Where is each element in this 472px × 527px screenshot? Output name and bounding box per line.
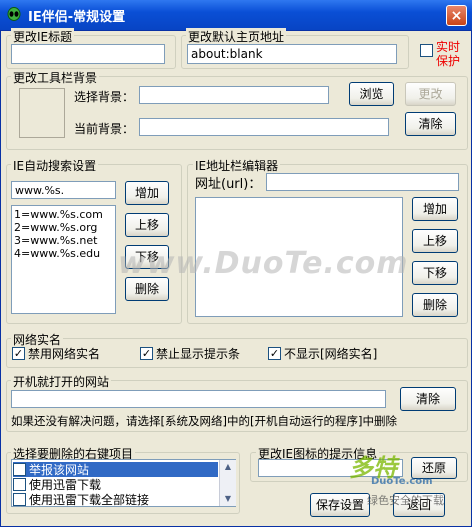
startup-clear-button[interactable]: 清除 [400,387,456,411]
clear-bg-button[interactable]: 清除 [405,112,456,136]
hide-tipbar-option[interactable]: ✓ 禁止显示提示条 [140,346,240,361]
url-list[interactable] [195,197,403,317]
list-item-checkbox[interactable] [13,478,26,491]
current-bg-label: 当前背景： [74,122,135,136]
realtime-protect-label: 实时 保护 [436,40,460,68]
list-item[interactable]: 3=www.%s.net [12,234,115,247]
auto-search-group-label: IE自动搜索设置 [11,157,99,174]
list-item[interactable]: 1=www.%s.com [12,208,115,221]
alien-app-icon [7,7,21,21]
search-add-button[interactable]: 增加 [125,181,169,205]
home-page-input[interactable]: about:blank [187,44,397,64]
ie-title-input[interactable] [11,44,165,64]
hide-realname-option[interactable]: ✓ 不显示[网络实名] [268,346,377,361]
auto-search-input[interactable]: www.%s. [11,181,116,199]
close-button[interactable]: × [446,5,467,26]
realtime-protect-checkbox[interactable] [420,44,433,57]
home-page-group-label: 更改默认主页地址 [186,28,287,45]
current-bg-input[interactable] [139,118,389,136]
select-bg-input[interactable] [139,86,329,104]
window-title: IE伴侣-常规设置 [28,10,126,25]
list-item-checkbox[interactable] [13,463,26,476]
realtime-protect-label-line1: 实时 [436,40,461,54]
list-scrollbar[interactable]: ▲ ▼ [219,460,236,506]
hide-realname-checkbox[interactable]: ✓ [268,347,281,360]
list-item-label: 使用迅雷下载全部链接 [29,493,150,507]
startup-group-label: 开机就打开的网站 [11,373,112,390]
restore-button[interactable]: 还原 [411,457,457,479]
ie-icon-tip-input[interactable] [258,459,403,477]
realtime-protect-label-line2: 保护 [436,54,461,68]
disable-realname-checkbox[interactable]: ✓ [12,347,25,360]
url-up-button[interactable]: 上移 [412,229,458,253]
url-input[interactable] [266,173,459,191]
list-item[interactable]: 4=www.%s.edu [12,247,115,260]
title-bar: IE伴侣-常规设置 × [0,0,472,31]
hide-tipbar-label: 禁止显示提示条 [156,347,241,361]
hide-realname-label: 不显示[网络实名] [284,347,378,361]
disable-realname-label: 禁用网络实名 [28,347,101,361]
search-up-button[interactable]: 上移 [125,213,169,237]
context-menu-list[interactable]: 举报该网站 使用迅雷下载 使用迅雷下载全部链接 ▲ ▼ [11,459,236,507]
search-down-button[interactable]: 下移 [125,245,169,269]
toolbar-bg-preview [19,88,65,138]
url-label: 网址(url)： [195,177,262,192]
ie-title-group-label: 更改IE标题 [11,28,75,45]
hide-tipbar-checkbox[interactable]: ✓ [140,347,153,360]
addr-editor-group-label: IE地址栏编辑器 [193,157,281,174]
disable-realname-option[interactable]: ✓ 禁用网络实名 [12,346,100,361]
list-item[interactable]: 2=www.%s.org [12,221,115,234]
save-settings-button[interactable]: 保存设置 [310,493,370,517]
url-down-button[interactable]: 下移 [412,261,458,285]
url-delete-button[interactable]: 删除 [412,293,458,317]
toolbar-bg-group-label: 更改工具栏背景 [11,69,100,86]
list-item-checkbox[interactable] [13,493,26,506]
list-item[interactable]: 使用迅雷下载 [13,477,101,492]
startup-note: 如果还没有解决问题，请选择[系统及网络]中的[开机自动运行的程序]中删除 [11,414,397,428]
url-add-button[interactable]: 增加 [412,197,458,221]
auto-search-list[interactable]: 1=www.%s.com 2=www.%s.org 3=www.%s.net 4… [11,205,116,314]
scroll-down-arrow-icon[interactable]: ▼ [220,492,236,506]
select-bg-label: 选择背景： [74,90,135,104]
scroll-up-arrow-icon[interactable]: ▲ [220,460,236,474]
list-item[interactable]: 举报该网站 [13,462,218,477]
browse-button[interactable]: 浏览 [349,82,394,106]
change-bg-button[interactable]: 更改 [405,82,456,106]
search-delete-button[interactable]: 删除 [125,277,169,301]
list-item[interactable]: 使用迅雷下载全部链接 [13,492,149,507]
back-button[interactable]: 返回 [393,493,445,517]
startup-input[interactable] [11,390,386,408]
